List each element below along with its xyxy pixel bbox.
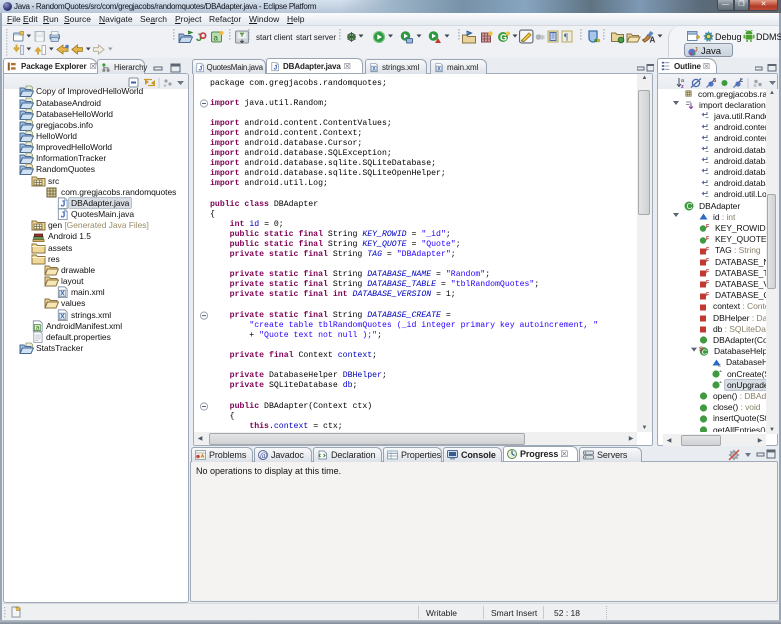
svg-text:F: F (706, 280, 710, 286)
svg-text:z: z (681, 84, 684, 89)
svg-text:F: F (706, 236, 710, 242)
svg-text:¶: ¶ (564, 32, 568, 42)
svg-text:F: F (706, 247, 710, 253)
svg-text:A: A (650, 36, 656, 45)
svg-text:G: G (500, 33, 507, 43)
svg-text:F: F (706, 269, 710, 275)
svg-text:a: a (214, 34, 219, 43)
svg-text:J: J (694, 46, 698, 53)
svg-text:S: S (699, 347, 703, 353)
svg-text:C: C (687, 202, 693, 211)
svg-text:F: F (706, 292, 710, 298)
svg-text:c: c (718, 363, 721, 367)
svg-text:F: F (706, 224, 710, 230)
svg-text:@: @ (260, 451, 267, 460)
svg-text:F: F (706, 258, 710, 264)
